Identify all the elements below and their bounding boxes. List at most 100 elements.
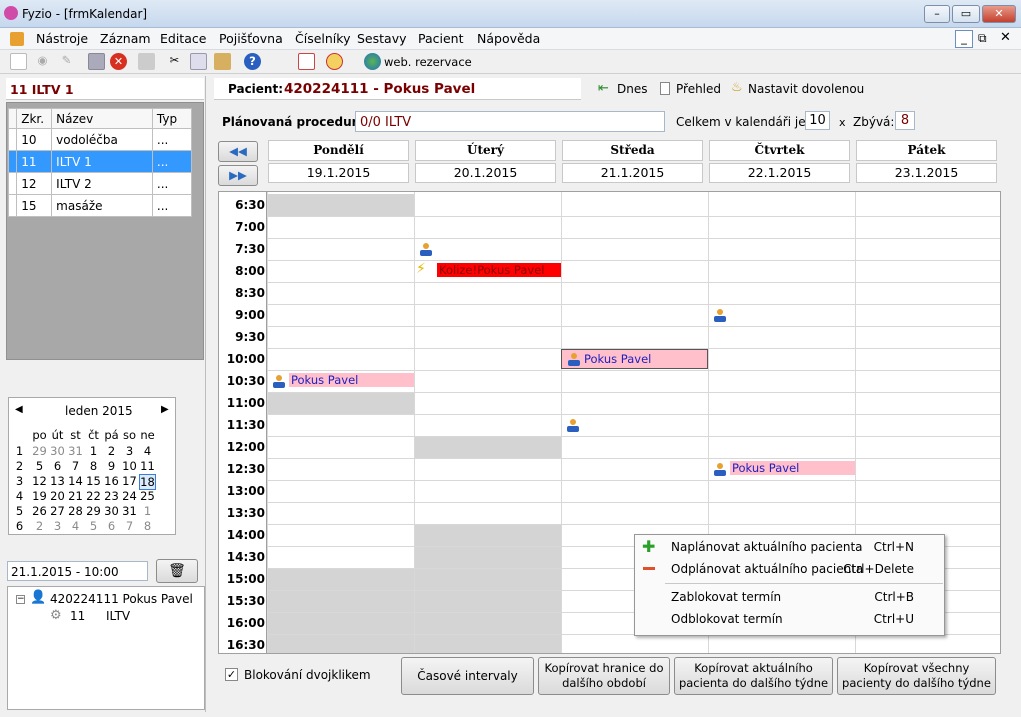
month-calendar[interactable]: ◀ leden 2015 ▶ po út st čt pá so ne 1 29 30 31 1 2 3 4… [8,397,176,535]
table-row[interactable]: 15 masáže... [7,194,193,217]
menu-pacient[interactable]: Pacient [418,31,464,46]
blocked-slot[interactable] [414,612,561,634]
globe-icon[interactable] [364,53,381,70]
day-name-header[interactable]: Pátek [856,140,997,161]
calendar-day[interactable]: 25 [139,489,156,503]
cut-icon[interactable]: ✂ [166,53,183,70]
appointment-event[interactable]: Pokus Pavel [730,461,855,475]
collision-event[interactable]: Kolize!Pokus Pavel [437,263,561,277]
blocked-slot[interactable] [414,634,561,653]
calendar-day[interactable]: 15 [85,474,102,488]
menu-unschedule-patient[interactable]: Odplánovat aktuálního pacienta Ctrl+Dele… [635,558,944,580]
calendar-day[interactable]: 1 [139,504,156,518]
next-month-button[interactable]: ▶ [161,404,169,415]
table-row[interactable]: 12 ILTV 2... [7,172,193,195]
calendar-day[interactable]: 4 [139,444,156,458]
minimize-button[interactable]: – [924,5,950,23]
calendar-day[interactable]: 4 [67,519,84,533]
calendar-day[interactable]: 6 [103,519,120,533]
mdi-close-button[interactable]: ✕ [1000,30,1011,45]
calendar-day[interactable]: 21 [67,489,84,503]
calendar-day[interactable]: 29 [85,504,102,518]
day-name-header[interactable]: Pondělí [268,140,409,161]
print-icon[interactable] [138,53,155,70]
appointment-event[interactable]: Pokus Pavel [289,373,414,387]
day-name-header[interactable]: Čtvrtek [709,140,850,161]
menu-unblock-slot[interactable]: Odblokovat termín Ctrl+U [635,608,944,630]
menu-sestavy[interactable]: Sestavy [357,31,407,46]
cancel-icon[interactable]: ✕ [110,53,127,70]
blocked-slot[interactable] [267,634,414,653]
calendar-day[interactable]: 20 [49,489,66,503]
day-date-header[interactable]: 19.1.2015 [268,163,409,183]
calendar-day[interactable]: 18 [139,474,156,490]
calendar-day[interactable]: 24 [121,489,138,503]
calendar-day[interactable]: 17 [121,474,138,488]
mdi-restore-button[interactable]: ⧉ [978,31,987,46]
calendar-day[interactable]: 23 [103,489,120,503]
calendar-icon[interactable] [298,53,315,70]
calendar-day[interactable]: 22 [85,489,102,503]
menu-block-slot[interactable]: Zablokovat termín Ctrl+B [635,586,944,608]
calendar-day[interactable]: 5 [31,459,48,473]
tree-patient-label[interactable]: 420224111 Pokus Pavel [50,592,193,606]
blocked-slot[interactable] [267,612,414,634]
trash-button[interactable]: 🗑 [156,559,198,583]
save-icon[interactable] [88,53,105,70]
calendar-day[interactable]: 7 [67,459,84,473]
close-button[interactable]: ✕ [982,5,1016,23]
copy-icon[interactable] [190,53,207,70]
block-doubleclick-checkbox[interactable]: ✓ [225,668,238,681]
tree-child-code[interactable]: 11 [70,609,85,623]
calendar-day[interactable]: 31 [67,444,84,458]
today-arrow-icon[interactable]: ⇤ [598,81,609,96]
calendar-day[interactable]: 19 [31,489,48,503]
calendar-day[interactable]: 5 [85,519,102,533]
blocked-slot[interactable] [267,568,414,590]
new-icon[interactable] [10,53,27,70]
view-icon[interactable]: ◉ [34,53,51,70]
day-date-header[interactable]: 21.1.2015 [562,163,703,183]
calendar-day[interactable]: 12 [31,474,48,488]
calendar-day[interactable]: 3 [49,519,66,533]
copy-current-patient-button[interactable]: Kopírovat aktuálního pacienta do dalšího… [674,657,833,695]
calendar-day[interactable]: 2 [31,519,48,533]
vacation-icon[interactable]: ♨ [731,80,743,95]
menu-ciselniky[interactable]: Číselníky [295,31,350,46]
calendar-day[interactable]: 16 [103,474,120,488]
calendar-day[interactable]: 27 [49,504,66,518]
day-date-header[interactable]: 22.1.2015 [709,163,850,183]
maximize-button[interactable]: ▭ [952,5,980,23]
calendar-day[interactable]: 29 [31,444,48,458]
blocked-slot[interactable] [414,524,561,546]
alarm-clock-icon[interactable] [326,53,343,70]
time-intervals-button[interactable]: Časové intervaly [401,657,534,695]
patient-tree[interactable]: − 👤 420224111 Pokus Pavel ⚙ 11 ILTV [7,586,205,710]
calendar-day[interactable]: 30 [103,504,120,518]
blocked-slot[interactable] [267,590,414,612]
appointment-event-selected[interactable]: Pokus Pavel [561,349,708,369]
col-typ[interactable]: Typ [151,108,193,129]
day-name-header[interactable]: Úterý [415,140,556,161]
blocked-slot[interactable] [414,568,561,590]
calendar-day[interactable]: 14 [67,474,84,488]
calendar-month-label[interactable]: leden 2015 [65,404,133,418]
calendar-day[interactable]: 31 [121,504,138,518]
calendar-day[interactable]: 30 [49,444,66,458]
datetime-field[interactable]: 21.1.2015 - 10:00 [7,561,148,581]
calendar-day[interactable]: 3 [121,444,138,458]
menu-schedule-patient[interactable]: ✚ Naplánovat aktuálního pacienta Ctrl+N [635,536,944,558]
copy-all-patients-button[interactable]: Kopírovat všechny pacienty do dalšího tý… [837,657,996,695]
calendar-day[interactable]: 9 [103,459,120,473]
overview-icon[interactable] [660,82,670,95]
menu-napoveda[interactable]: Nápověda [477,31,540,46]
blocked-slot[interactable] [414,546,561,568]
menu-zaznam[interactable]: Záznam [100,31,151,46]
col-zkr[interactable]: Zkr. [16,108,53,129]
day-date-header[interactable]: 23.1.2015 [856,163,997,183]
blocked-slot[interactable] [414,590,561,612]
calendar-day[interactable]: 26 [31,504,48,518]
paste-icon[interactable] [214,53,231,70]
overview-button[interactable]: Přehled [676,82,721,96]
menu-editace[interactable]: Editace [160,31,206,46]
